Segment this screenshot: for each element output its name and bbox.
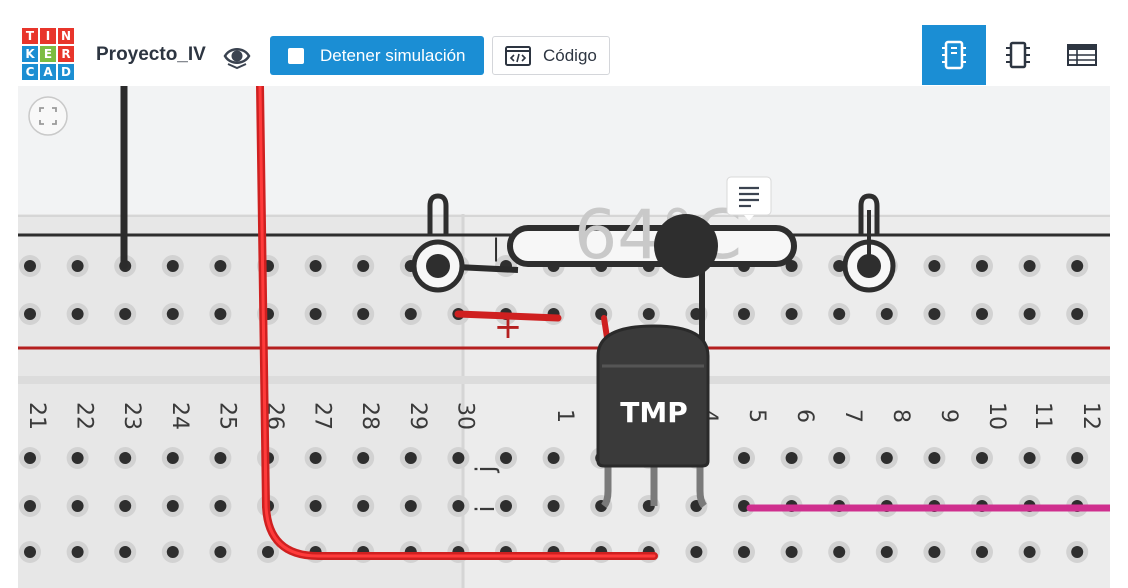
sensor-label: TMP	[620, 396, 687, 429]
column-number-label: 7	[840, 409, 865, 423]
column-number-label: 21	[24, 402, 49, 430]
visibility-eye-icon[interactable]	[222, 41, 252, 71]
table-list-icon	[1067, 44, 1097, 66]
schematic-view-button[interactable]	[986, 25, 1050, 85]
breadboard-workspace[interactable]: 21222324252627282930123456789101112 j i …	[18, 86, 1110, 588]
column-number-label: 30	[452, 402, 477, 430]
logo-tile: T	[22, 28, 38, 44]
minus-sign-label: |	[492, 234, 500, 262]
notes-tooltip-icon[interactable]	[726, 176, 774, 222]
column-number-label: 9	[936, 409, 961, 423]
stop-simulation-button[interactable]: Detener simulación	[270, 36, 484, 75]
code-window-icon	[505, 45, 531, 66]
row-letter-i: i	[471, 505, 501, 512]
column-number-label: 12	[1078, 402, 1103, 430]
code-button[interactable]: Código	[492, 36, 610, 75]
column-number-label: 29	[405, 402, 430, 430]
logo-tile: I	[40, 28, 56, 44]
row-letter-j: j	[471, 465, 501, 473]
project-title[interactable]: Proyecto_IV	[96, 44, 206, 66]
column-number-label: 24	[167, 402, 192, 430]
column-number-label: 22	[72, 402, 97, 430]
logo-tile: N	[58, 28, 74, 44]
red-wire-short	[454, 310, 562, 322]
column-number-label: 25	[214, 402, 239, 430]
column-number-label: 5	[744, 409, 769, 423]
column-number-label: 11	[1030, 402, 1055, 430]
logo-tile: R	[58, 46, 74, 62]
column-number-label: 23	[119, 402, 144, 430]
circuit-view-button[interactable]	[922, 25, 986, 85]
tinkercad-logo[interactable]: TIN KER CAD	[22, 28, 74, 80]
logo-tile: K	[22, 46, 38, 62]
column-number-label: 27	[310, 402, 335, 430]
logo-tile: C	[22, 64, 38, 80]
fit-view-icon[interactable]	[28, 96, 68, 136]
logo-tile: E	[40, 46, 56, 62]
logo-tile: A	[40, 64, 56, 80]
column-number-label: 10	[984, 402, 1009, 430]
chip-icon	[1006, 41, 1030, 69]
column-number-label: 28	[357, 402, 382, 430]
code-label: Código	[543, 45, 597, 65]
breadboard-view-icon	[942, 40, 966, 70]
column-number-label: 6	[792, 409, 817, 423]
column-number-label: 8	[888, 409, 913, 423]
column-number-label: 1	[552, 409, 577, 423]
stop-simulation-label: Detener simulación	[320, 45, 466, 65]
top-toolbar: TIN KER CAD Proyecto_IV Detener simulación…	[0, 0, 1128, 86]
component-list-button[interactable]	[1050, 25, 1114, 85]
logo-tile: D	[58, 64, 74, 80]
stop-square-icon	[288, 47, 304, 64]
simulation-canvas[interactable]: 21222324252627282930123456789101112 j i …	[18, 86, 1110, 588]
slider-knob	[654, 214, 718, 278]
